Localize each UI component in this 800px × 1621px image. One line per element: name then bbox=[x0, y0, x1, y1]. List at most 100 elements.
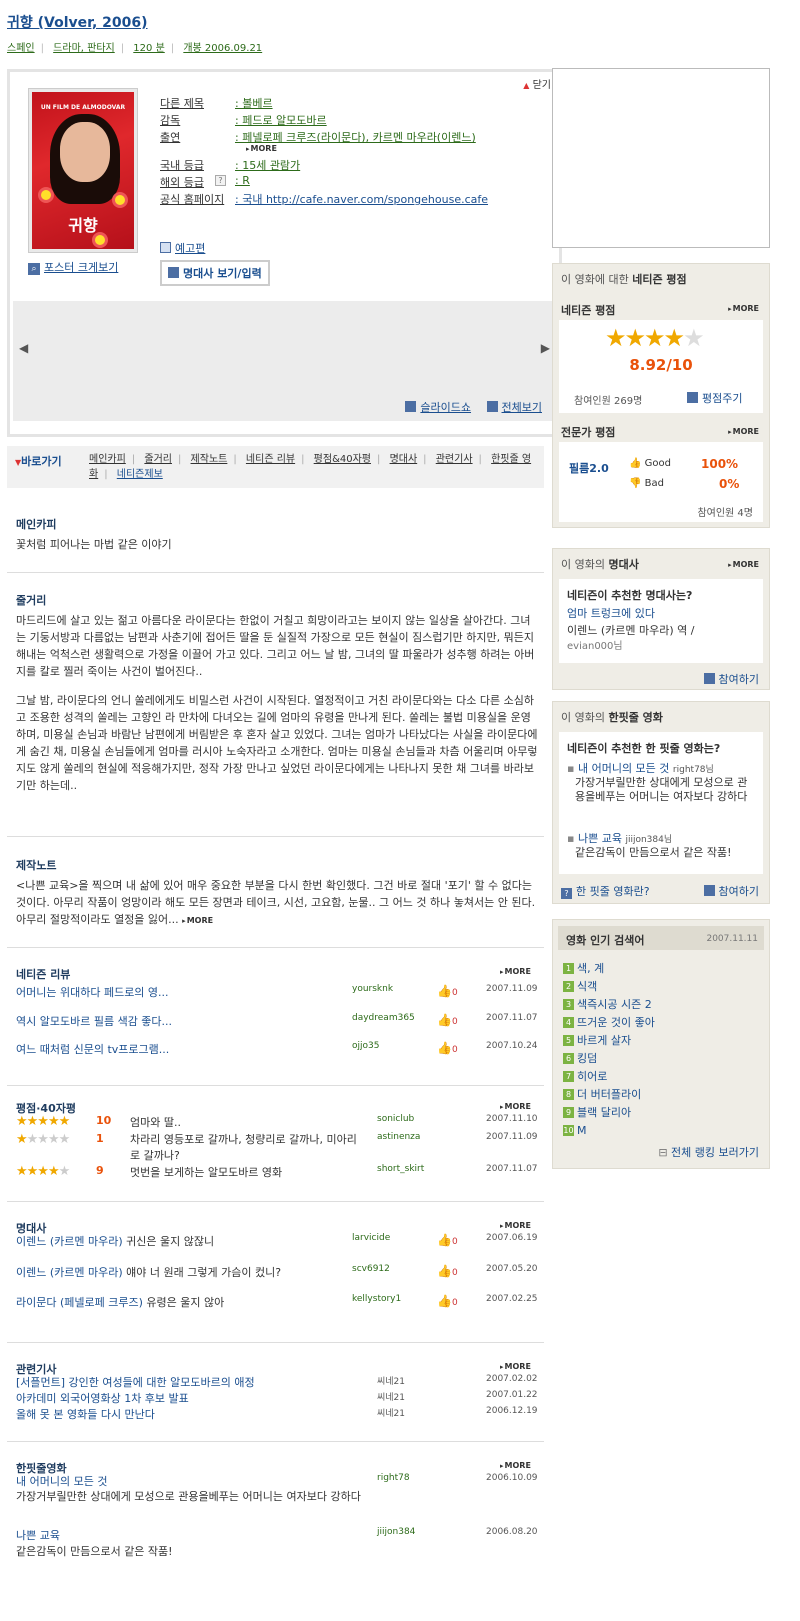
nav-quotes[interactable]: 명대사 bbox=[390, 454, 418, 465]
video-icon bbox=[160, 242, 171, 253]
article-row[interactable]: [서플먼트] 강인한 여성들에 대한 알모도바르의 애정 씨네21 2007.02.… bbox=[16, 1374, 538, 1390]
popular-item[interactable]: 7 히어로 bbox=[563, 1068, 655, 1086]
poster-zoom-link[interactable]: ⌕ 포스터 크게보기 bbox=[28, 259, 118, 275]
quote-input-button[interactable]: 명대사 보기/입력 bbox=[160, 260, 270, 286]
ratings-more-link[interactable]: MORE bbox=[500, 1102, 531, 1111]
rating-row: ★★★★★ 10 엄마와 딸.. soniclub 2007.11.10 bbox=[16, 1114, 538, 1129]
movie-meta: 스페인 | 드라마, 판타지 | 120 분 | 개봉 2006.09.21 bbox=[7, 43, 263, 54]
nav-reviews[interactable]: 네티즌 리뷰 bbox=[246, 454, 295, 465]
netizen-score-subtitle: 네티즌 평점 bbox=[561, 304, 616, 317]
expert-participants: 참여인원 4명 bbox=[697, 508, 753, 519]
related-row[interactable]: 내 어머니의 모든 것 가장거부릴만한 상대에게 모성으로 관용을베푸는 어머니… bbox=[16, 1473, 538, 1523]
view-all-link[interactable]: 전체보기 bbox=[502, 401, 542, 414]
popular-item[interactable]: 10 M bbox=[563, 1122, 655, 1140]
page-title[interactable]: 귀향 (Volver, 2006) bbox=[7, 12, 148, 32]
best-related-item[interactable]: ▪ 내 어머니의 모든 것 right78님 가장거부릴만한 상대에게 모성으로… bbox=[567, 760, 757, 804]
thumbs-up-icon: 👍 bbox=[437, 1233, 452, 1247]
article-row[interactable]: 올해 못 본 영화들 다시 만난다 씨네21 2006.12.19 bbox=[16, 1406, 538, 1422]
view-all-icon bbox=[486, 401, 498, 412]
pencil-icon bbox=[703, 673, 715, 684]
expert-score-subtitle: 전문가 평점 bbox=[561, 426, 616, 439]
poster-title: UN FILM DE ALMODOVAR bbox=[40, 104, 126, 111]
divider bbox=[7, 572, 544, 573]
best-related-join[interactable]: 참여하기 bbox=[703, 883, 759, 899]
nav-articles[interactable]: 관련기사 bbox=[436, 454, 473, 465]
thumbs-up-icon: 👍 bbox=[437, 1264, 452, 1278]
cast-more-link[interactable]: MORE bbox=[246, 144, 277, 153]
thumbs-up-icon: 👍 bbox=[437, 1013, 452, 1027]
what-related-link[interactable]: ? 한 핏줄 영화란? bbox=[561, 883, 650, 899]
synopsis-title: 줄거리 bbox=[16, 594, 47, 607]
popular-item[interactable]: 3 색즉시공 시즌 2 bbox=[563, 996, 655, 1014]
rating-row: ★★★★★ 1 차라리 영등포로 갈까나, 청량리로 갈까나, 미아리로 갈까나… bbox=[16, 1132, 538, 1162]
popular-item[interactable]: 4 뜨거운 것이 좋아 bbox=[563, 1014, 655, 1032]
divider bbox=[7, 1085, 544, 1086]
quick-nav: ▼바로가기 메인카피 | 줄거리 | 제작노트 | 네티즌 리뷰 | 평점&40자평 | … bbox=[7, 446, 544, 488]
best-quote-join[interactable]: 참여하기 bbox=[703, 671, 759, 687]
close-button[interactable]: ▲ 닫기 bbox=[523, 76, 551, 91]
expert-name[interactable]: 필름2.0 bbox=[569, 460, 609, 476]
expert-score-more[interactable]: MORE bbox=[728, 427, 759, 436]
divider bbox=[7, 1342, 544, 1343]
nav-ratings[interactable]: 평점&40자평 bbox=[314, 454, 371, 465]
star-rating-icon: ★★★★★ bbox=[16, 1132, 70, 1147]
related-more-link[interactable]: MORE bbox=[500, 1461, 531, 1470]
meta-runtime: 120 분 bbox=[133, 43, 165, 54]
nav-report[interactable]: 네티즌제보 bbox=[117, 469, 163, 480]
trailer-link[interactable]: 예고편 bbox=[160, 240, 205, 256]
bad-label: 👎 Bad bbox=[629, 478, 664, 489]
popular-date: 2007.11.11 bbox=[706, 934, 758, 944]
related-row[interactable]: 나쁜 교육 같은감독이 만듬으로서 같은 작품! jiijon384 2006.0… bbox=[16, 1527, 538, 1561]
star-rating-icon: ★★★★★ bbox=[16, 1164, 70, 1179]
thumbs-up-icon: 👍 bbox=[437, 1294, 452, 1308]
articles-more-link[interactable]: MORE bbox=[500, 1362, 531, 1371]
meta-country[interactable]: 스페인 bbox=[7, 43, 35, 54]
nav-production[interactable]: 제작노트 bbox=[191, 454, 228, 465]
help-icon[interactable]: ? bbox=[215, 175, 226, 186]
review-row[interactable]: 어머니는 위대하다 페드로의 영... yoursknk 👍0 2007.11.09 bbox=[16, 984, 538, 1000]
thumbs-up-icon: 👍 bbox=[437, 984, 452, 998]
popular-item[interactable]: 2 식객 bbox=[563, 978, 655, 996]
popular-all-link[interactable]: ⊟ 전체 랭킹 보러가기 bbox=[658, 1144, 759, 1160]
gallery-prev-icon[interactable]: ◀ bbox=[19, 341, 28, 355]
best-related-box: 이 영화의 한핏줄 영화 네티즌이 추천한 한 핏줄 영화는? ▪ 내 어머니의… bbox=[552, 701, 770, 904]
best-related-item[interactable]: ▪ 나쁜 교육 jiijon384님 같은감독이 만듬으로서 같은 작품! bbox=[567, 830, 757, 860]
reviews-more-link[interactable]: MORE bbox=[500, 967, 531, 976]
rate-button[interactable]: 평점주기 bbox=[687, 390, 742, 406]
score-value: 8.92/10 bbox=[629, 356, 693, 374]
best-quote-more[interactable]: MORE bbox=[728, 560, 759, 569]
nav-main-copy[interactable]: 메인카피 bbox=[89, 454, 126, 465]
divider bbox=[7, 1201, 544, 1202]
pencil-icon bbox=[703, 885, 715, 896]
rating-row: ★★★★★ 9 멋번을 보게하는 알모도바르 영화 short_skirt 200… bbox=[16, 1164, 538, 1179]
good-percent: 100% bbox=[701, 457, 739, 471]
production-more-link[interactable]: MORE bbox=[182, 916, 213, 925]
quote-row[interactable]: 이렌느 (카르멘 마우라) 귀신은 울지 않잖니 larvicide 👍0 2007.… bbox=[16, 1233, 538, 1249]
popular-item[interactable]: 9 블랙 달리아 bbox=[563, 1104, 655, 1122]
production-title: 제작노트 bbox=[16, 859, 57, 872]
pencil-icon bbox=[168, 267, 179, 278]
review-row[interactable]: 여느 때처럼 신문의 tv프로그램... ojjo35 👍0 2007.10.24 bbox=[16, 1041, 538, 1057]
quote-row[interactable]: 라이문다 (페넬로페 크루즈) 유령은 울지 않아 kellystory1 👍0 20… bbox=[16, 1294, 538, 1310]
gallery-next-icon[interactable]: ▶ bbox=[541, 341, 550, 355]
best-quote-link[interactable]: 엄마 트렁크에 있다 bbox=[567, 605, 655, 621]
popular-item[interactable]: 1 색, 계 bbox=[563, 960, 655, 978]
article-row[interactable]: 아카데미 외국어영화상 1차 후보 발표 씨네21 2007.01.22 bbox=[16, 1390, 538, 1406]
magnifier-icon: ⌕ bbox=[28, 263, 40, 275]
quotes-more-link[interactable]: MORE bbox=[500, 1221, 531, 1230]
nav-synopsis[interactable]: 줄거리 bbox=[144, 454, 172, 465]
popular-item[interactable]: 8더 버터플라이 bbox=[563, 1086, 655, 1104]
quote-row[interactable]: 이렌느 (카르멘 마우라) 얘야 너 원래 그렇게 가슴이 컸니? scv6912… bbox=[16, 1264, 538, 1280]
meta-genre[interactable]: 드라마, 판타지 bbox=[53, 43, 115, 54]
popular-search-box: 영화 인기 검색어 2007.11.11 1 색, 계 2 식객 3 색즉시공 시즌 … bbox=[552, 919, 770, 1169]
poster-image[interactable]: UN FILM DE ALMODOVAR 귀향 bbox=[28, 88, 138, 253]
review-row[interactable]: 역시 알모도바르 필름 색감 좋다... daydream365 👍0 2007.11… bbox=[16, 1013, 538, 1029]
popular-list: 1 색, 계 2 식객 3 색즉시공 시즌 2 4 뜨거운 것이 좋아 5 바르게 살자 … bbox=[563, 960, 655, 1140]
popular-item[interactable]: 5 바르게 살자 bbox=[563, 1032, 655, 1050]
netizen-score-more[interactable]: MORE bbox=[728, 304, 759, 313]
list-icon: ⊟ bbox=[658, 1146, 668, 1159]
photo-gallery: ◀ ▶ 슬라이드쇼 전체보기 bbox=[13, 301, 556, 421]
slideshow-link[interactable]: 슬라이드쇼 bbox=[420, 401, 471, 414]
main-copy-title: 메인카피 bbox=[16, 518, 57, 531]
popular-item[interactable]: 6 킹덤 bbox=[563, 1050, 655, 1068]
